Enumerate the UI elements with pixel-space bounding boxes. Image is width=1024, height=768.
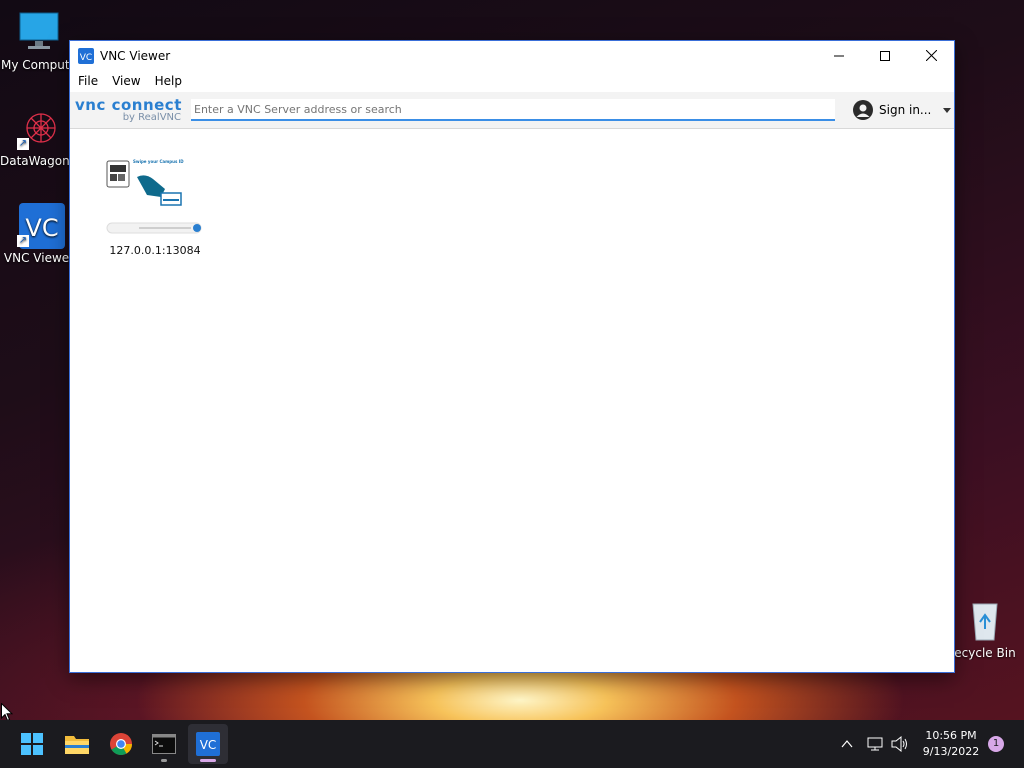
svg-text:VC: VC	[80, 53, 92, 63]
datawagon-icon: ↗	[17, 106, 61, 150]
taskbar-vnc-viewer[interactable]: VC	[188, 724, 228, 764]
chrome-icon	[110, 733, 132, 755]
taskbar-file-explorer[interactable]	[57, 724, 97, 764]
monitor-icon	[17, 10, 61, 54]
terminal-icon	[152, 734, 176, 754]
svg-text:VC: VC	[200, 738, 217, 752]
show-hidden-icons-button[interactable]	[836, 720, 858, 768]
desktop-icon-vnc-viewer[interactable]: VC ↗ VNC Viewer	[0, 203, 78, 265]
chevron-up-icon	[841, 740, 853, 748]
speaker-icon	[891, 736, 907, 752]
vnc-connect-logo: vnc connect by RealVNC	[75, 95, 185, 123]
desktop-icon-label: DataWagon...	[0, 154, 78, 168]
desktop-icon-label: My Compute	[1, 58, 77, 72]
sign-in-label: Sign in...	[879, 103, 932, 117]
network-status[interactable]	[864, 720, 886, 768]
taskbar-chrome[interactable]	[101, 724, 141, 764]
menu-file[interactable]: File	[78, 74, 98, 88]
system-clock[interactable]: 10:56 PM 9/13/2022	[916, 728, 986, 760]
menu-bar: File View Help	[70, 70, 954, 92]
notification-badge[interactable]: 1	[988, 736, 1004, 752]
connection-tile[interactable]: Swipe your Campus ID 127.0.0.1:13084	[100, 157, 210, 257]
shortcut-arrow-icon: ↗	[17, 235, 29, 247]
maximize-icon	[880, 50, 890, 61]
logo-sub: by RealVNC	[122, 111, 181, 123]
vnc-viewer-window: VC VNC Viewer File View Help vnc connect…	[70, 41, 954, 672]
toolbar: vnc connect by RealVNC Sign in...	[70, 92, 954, 129]
taskbar: VC 10:56 PM 9/13/2022	[0, 720, 1024, 768]
minimize-icon	[834, 55, 844, 56]
desktop-icon-recycle-bin[interactable]: ecycle Bin	[946, 598, 1024, 660]
volume-control[interactable]	[889, 720, 911, 768]
close-icon	[925, 50, 937, 61]
recycle-bin-icon	[963, 598, 1007, 642]
taskbar-terminal[interactable]	[144, 724, 184, 764]
desktop-icon-label: VNC Viewer	[3, 251, 75, 265]
start-button[interactable]	[12, 724, 52, 764]
svg-text:VC: VC	[25, 214, 58, 242]
clock-time: 10:56 PM	[925, 729, 977, 742]
active-indicator	[200, 759, 216, 762]
clock-date: 9/13/2022	[922, 745, 980, 758]
chevron-down-icon	[943, 107, 952, 113]
window-title: VNC Viewer	[100, 48, 171, 63]
file-explorer-icon	[65, 736, 89, 754]
vnc-viewer-icon: VC	[196, 732, 220, 756]
maximize-button[interactable]	[862, 41, 908, 70]
address-book: Swipe your Campus ID 127.0.0.1:13084	[70, 129, 954, 672]
connection-label: 127.0.0.1:13084	[109, 244, 201, 257]
user-icon	[853, 100, 873, 120]
sign-in-button[interactable]: Sign in...	[853, 100, 952, 120]
menu-view[interactable]: View	[112, 74, 140, 88]
close-button[interactable]	[908, 41, 954, 70]
network-icon	[867, 737, 883, 751]
menu-help[interactable]: Help	[155, 74, 182, 88]
desktop-icon-label: ecycle Bin	[954, 646, 1016, 660]
minimize-button[interactable]	[816, 41, 862, 70]
server-address-search-input[interactable]	[191, 99, 835, 121]
vnc-viewer-icon: VC ↗	[17, 203, 65, 249]
start-icon	[21, 733, 43, 755]
shortcut-arrow-icon: ↗	[17, 138, 29, 150]
vnc-viewer-icon: VC	[78, 47, 94, 64]
desktop-icon-datawagon[interactable]: ↗ DataWagon...	[0, 106, 78, 168]
connection-thumbnail[interactable]: Swipe your Campus ID	[105, 157, 205, 239]
title-bar[interactable]: VC VNC Viewer	[70, 41, 954, 70]
desktop-icon-my-computer[interactable]: My Compute	[0, 10, 78, 72]
logo-brand: vnc connect	[75, 95, 182, 114]
thumbnail-text: Swipe your Campus ID	[133, 159, 184, 164]
running-indicator	[161, 759, 167, 762]
remote-screen-preview-icon	[106, 160, 202, 234]
